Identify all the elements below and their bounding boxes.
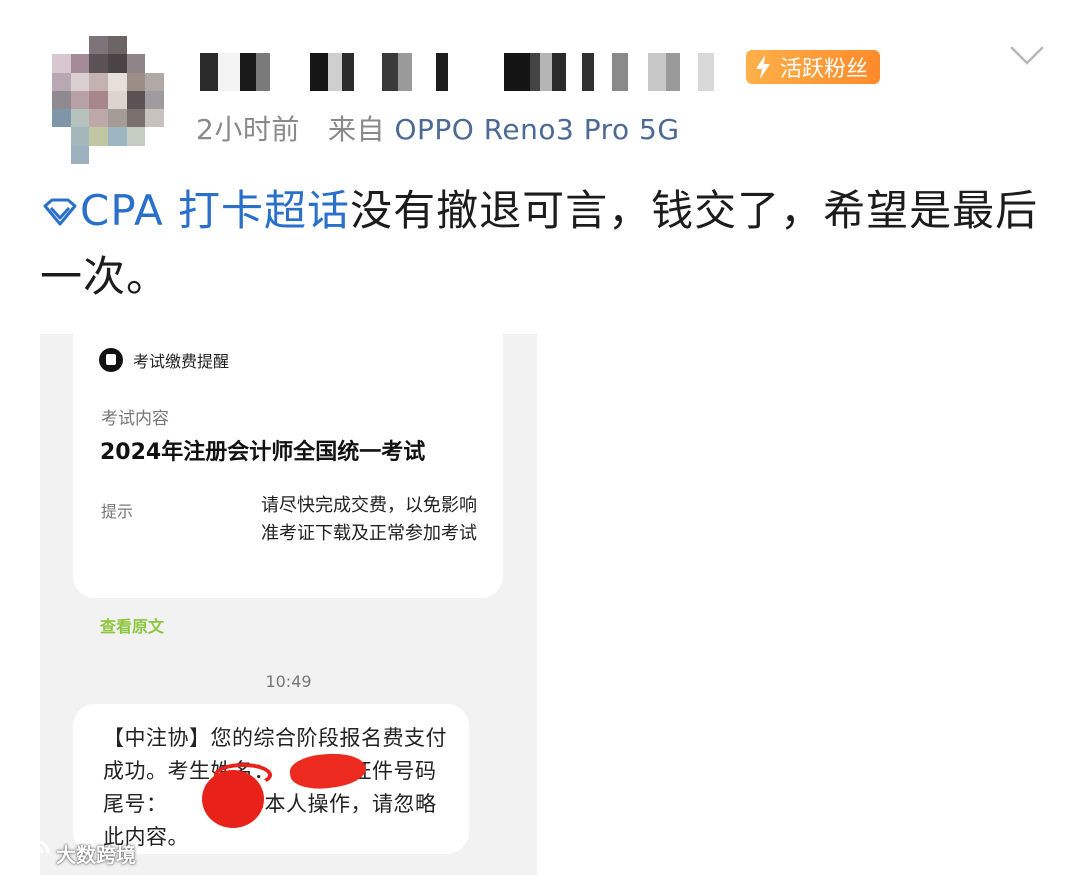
tip-label: 提示 [101, 502, 134, 521]
redaction-id [202, 770, 264, 828]
watermark-text: 大数跨境 [56, 842, 136, 867]
active-fan-badge[interactable]: 活跃粉丝 [746, 50, 881, 84]
payment-reminder-card: 考试缴费提醒 考试内容 2024年注册会计师全国统一考试 提示 请尽快完成交费，… [73, 334, 503, 598]
badge-label: 活跃粉丝 [780, 57, 869, 82]
sms-bubble: 【中注协】您的综合阶段报名费支付成功。考生姓名： ，证件号码尾号： 如非本人操作… [73, 704, 469, 854]
view-original-link[interactable]: 查看原文 [100, 613, 164, 637]
post-time: 2小时前 [196, 113, 300, 146]
avatar[interactable] [52, 36, 164, 164]
chevron-down-icon[interactable] [1010, 46, 1044, 66]
post-meta: 2小时前 来自 OPPO Reno3 Pro 5G [196, 108, 680, 148]
reminder-icon [99, 348, 123, 372]
username-pixelated[interactable] [200, 50, 714, 94]
card-header: 考试缴费提醒 [99, 348, 229, 372]
card-title: 考试缴费提醒 [133, 352, 230, 371]
content-label: 考试内容 [101, 409, 169, 429]
exam-name: 2024年注册会计师全国统一考试 [100, 440, 426, 465]
post-text: CPA 打卡超话没有撤退可言，钱交了，希望是最后一次。 [40, 178, 1050, 310]
source-prefix: 来自 [328, 113, 386, 146]
tip-text: 请尽快完成交费，以免影响准考证下载及正常参加考试 [261, 495, 477, 544]
weibo-logo-icon [9, 840, 50, 867]
device-name[interactable]: OPPO Reno3 Pro 5G [394, 113, 679, 146]
diamond-icon [43, 198, 77, 226]
watermark: 大数跨境 [8, 838, 136, 868]
super-topic-link[interactable]: CPA 打卡超话 [80, 186, 350, 235]
message-time: 10:49 [265, 672, 312, 691]
attached-screenshot[interactable]: 考试缴费提醒 考试内容 2024年注册会计师全国统一考试 提示 请尽快完成交费，… [40, 334, 537, 875]
bolt-icon [756, 55, 770, 79]
sms-text: 【中注协】您的综合阶段报名费支付成功。考生姓名： ，证件号码尾号： 如非本人操作… [103, 726, 447, 849]
